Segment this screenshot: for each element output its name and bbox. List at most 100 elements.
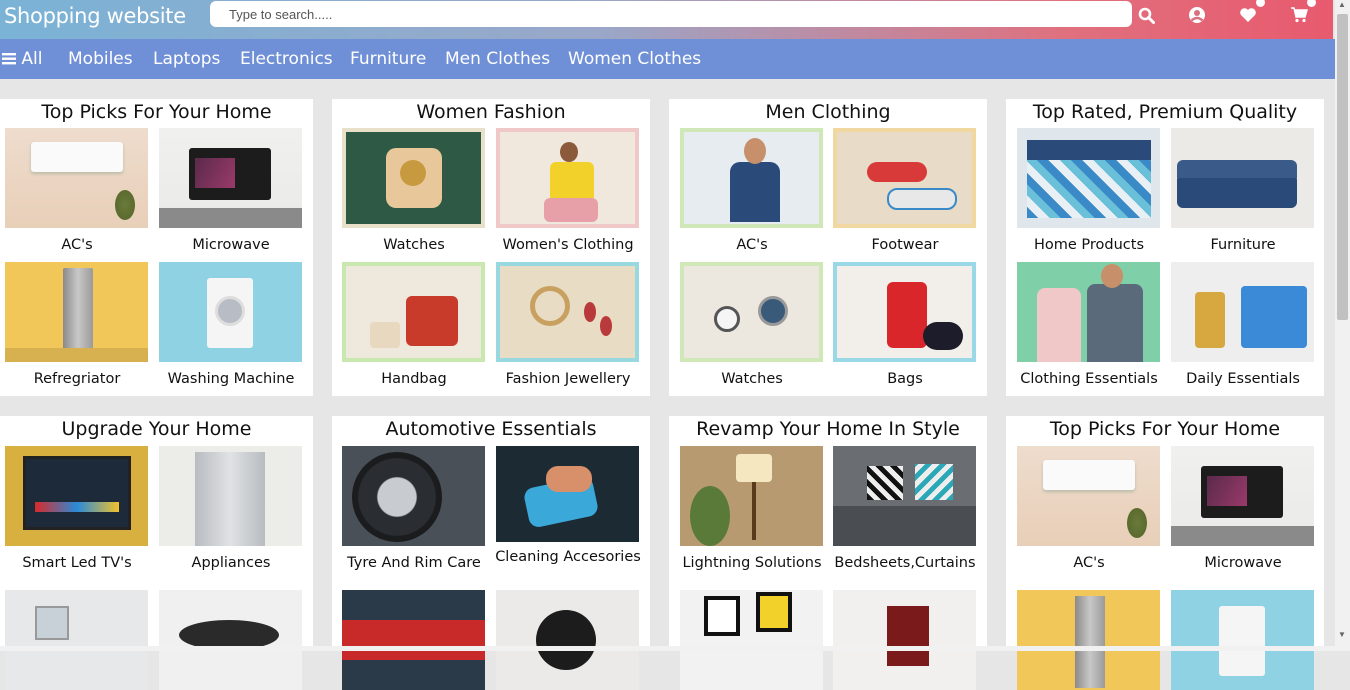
product-tile-wall-frames[interactable] bbox=[680, 590, 823, 690]
appliances-image bbox=[159, 446, 302, 546]
product-tile-refrigerator[interactable]: Refregriator bbox=[5, 262, 148, 390]
furniture-image bbox=[1171, 128, 1314, 228]
scrollbar-thumb[interactable] bbox=[1337, 14, 1348, 320]
product-label: Watches bbox=[383, 237, 445, 253]
product-tile-smart-tv[interactable]: Smart Led TV's bbox=[5, 446, 148, 574]
refrigerator-image bbox=[5, 262, 148, 362]
product-label: Fashion Jewellery bbox=[505, 371, 631, 387]
category-nav: All Mobiles Laptops Electronics Furnitur… bbox=[0, 39, 1335, 79]
car-accessories-image bbox=[342, 590, 485, 690]
account-button[interactable] bbox=[1186, 5, 1208, 25]
card-title: Upgrade Your Home bbox=[61, 418, 252, 440]
product-tile-cleaning[interactable]: Cleaning Accesories bbox=[495, 446, 641, 568]
product-tile-handbag[interactable]: Handbag bbox=[342, 262, 485, 390]
washing-machine-image bbox=[1171, 590, 1314, 690]
nav-all-label: All bbox=[21, 49, 43, 69]
nav-men-clothes[interactable]: Men Clothes bbox=[445, 49, 550, 69]
microwave-image bbox=[1171, 446, 1314, 546]
product-tile-daily-essentials[interactable]: Daily Essentials bbox=[1171, 262, 1314, 390]
product-tile-clothing-essentials[interactable]: Clothing Essentials bbox=[1017, 262, 1160, 390]
nav-women-clothes[interactable]: Women Clothes bbox=[568, 49, 701, 69]
horizontal-scrollbar[interactable] bbox=[0, 646, 1335, 651]
card-automotive: Automotive Essentials Tyre And Rim Care … bbox=[332, 416, 650, 690]
product-tile-shoe-rack[interactable] bbox=[833, 590, 976, 690]
product-tile-watches-men[interactable]: Watches bbox=[680, 262, 823, 390]
fashion-jewellery-image bbox=[496, 262, 639, 362]
helmet-image bbox=[496, 590, 639, 690]
product-label: Clothing Essentials bbox=[1020, 371, 1158, 387]
nav-electronics[interactable]: Electronics bbox=[240, 49, 333, 69]
product-tile-car-accessories[interactable] bbox=[342, 590, 485, 690]
clothing-essentials-image bbox=[1017, 262, 1160, 362]
nav-mobiles[interactable]: Mobiles bbox=[68, 49, 133, 69]
shoe-rack-image bbox=[833, 590, 976, 690]
product-label: Bedsheets,Curtains bbox=[834, 555, 976, 571]
product-tile-watches[interactable]: Watches bbox=[342, 128, 485, 256]
product-tile-footwear[interactable]: Footwear bbox=[833, 128, 976, 256]
womens-clothing-image bbox=[496, 128, 639, 228]
cookware-image bbox=[159, 590, 302, 690]
vertical-scrollbar[interactable]: ▲ ▼ bbox=[1335, 0, 1350, 651]
product-tile-bedsheets[interactable]: Bedsheets,Curtains bbox=[833, 446, 976, 574]
wishlist-button[interactable] bbox=[1237, 0, 1265, 25]
home-products-image bbox=[1017, 128, 1160, 228]
cart-count-badge bbox=[1307, 0, 1316, 7]
daily-essentials-image bbox=[1171, 262, 1314, 362]
product-label: Washing Machine bbox=[167, 371, 295, 387]
product-tile-microwave[interactable]: Microwave bbox=[159, 128, 302, 256]
product-tile-ac-2[interactable]: AC's bbox=[1017, 446, 1160, 574]
washing-machine-image bbox=[159, 262, 302, 362]
product-label: Smart Led TV's bbox=[22, 555, 132, 571]
product-label: Handbag bbox=[381, 371, 447, 387]
product-tile-home-decor[interactable] bbox=[5, 590, 148, 690]
product-tile-bags[interactable]: Bags bbox=[833, 262, 976, 390]
product-tile-tyre-rim[interactable]: Tyre And Rim Care bbox=[342, 446, 485, 574]
product-label: AC's bbox=[61, 237, 93, 253]
product-tile-fashion-jewellery[interactable]: Fashion Jewellery bbox=[496, 262, 639, 390]
header-bar: Shopping website bbox=[0, 0, 1333, 39]
product-label: Tyre And Rim Care bbox=[347, 555, 481, 571]
product-label: Bags bbox=[887, 371, 923, 387]
product-tile-ac[interactable]: AC's bbox=[5, 128, 148, 256]
product-tile-refrigerator-2[interactable] bbox=[1017, 590, 1160, 690]
footwear-image bbox=[833, 128, 976, 228]
product-tile-womens-clothing[interactable]: Women's Clothing bbox=[496, 128, 639, 256]
product-tile-helmet[interactable] bbox=[496, 590, 639, 690]
card-men-clothing: Men Clothing AC's Footwear Watches Bags bbox=[669, 99, 987, 396]
product-label: Microwave bbox=[192, 237, 270, 253]
scroll-down-icon[interactable]: ▼ bbox=[1338, 630, 1346, 639]
ac-image bbox=[5, 128, 148, 228]
product-label: Microwave bbox=[1204, 555, 1282, 571]
product-tile-home-products[interactable]: Home Products bbox=[1017, 128, 1160, 256]
refrigerator-image bbox=[1017, 590, 1160, 690]
product-label: Footwear bbox=[871, 237, 939, 253]
nav-all[interactable]: All bbox=[2, 49, 42, 69]
menu-icon bbox=[2, 53, 16, 65]
product-tile-microwave-2[interactable]: Microwave bbox=[1171, 446, 1314, 574]
product-tile-furniture[interactable]: Furniture bbox=[1171, 128, 1314, 256]
product-tile-washing-machine-2[interactable] bbox=[1171, 590, 1314, 690]
product-label: Women's Clothing bbox=[502, 237, 634, 253]
nav-laptops[interactable]: Laptops bbox=[153, 49, 220, 69]
nav-furniture[interactable]: Furniture bbox=[350, 49, 426, 69]
product-label: Daily Essentials bbox=[1186, 371, 1300, 387]
cart-button[interactable] bbox=[1288, 0, 1316, 25]
user-icon bbox=[1189, 7, 1205, 23]
product-tile-cookware[interactable] bbox=[159, 590, 302, 690]
search-input[interactable] bbox=[210, 1, 1132, 27]
card-title: Women Fashion bbox=[416, 101, 566, 123]
product-tile-appliances[interactable]: Appliances bbox=[159, 446, 302, 574]
product-tile-washing-machine[interactable]: Washing Machine bbox=[159, 262, 302, 390]
product-tile-lighting[interactable]: Lightning Solutions bbox=[680, 446, 823, 574]
tyre-image bbox=[342, 446, 485, 546]
product-tile-ac-men[interactable]: AC's bbox=[680, 128, 823, 256]
card-title: Top Picks For Your Home bbox=[1049, 418, 1281, 440]
ac-image bbox=[1017, 446, 1160, 546]
scroll-up-icon[interactable]: ▲ bbox=[1338, 0, 1346, 9]
men-watches-image bbox=[680, 262, 823, 362]
handbag-image bbox=[342, 262, 485, 362]
card-upgrade-home: Upgrade Your Home Smart Led TV's Applian… bbox=[0, 416, 313, 690]
site-brand[interactable]: Shopping website bbox=[4, 4, 186, 28]
search-button[interactable] bbox=[1135, 5, 1157, 25]
smart-tv-image bbox=[5, 446, 148, 546]
